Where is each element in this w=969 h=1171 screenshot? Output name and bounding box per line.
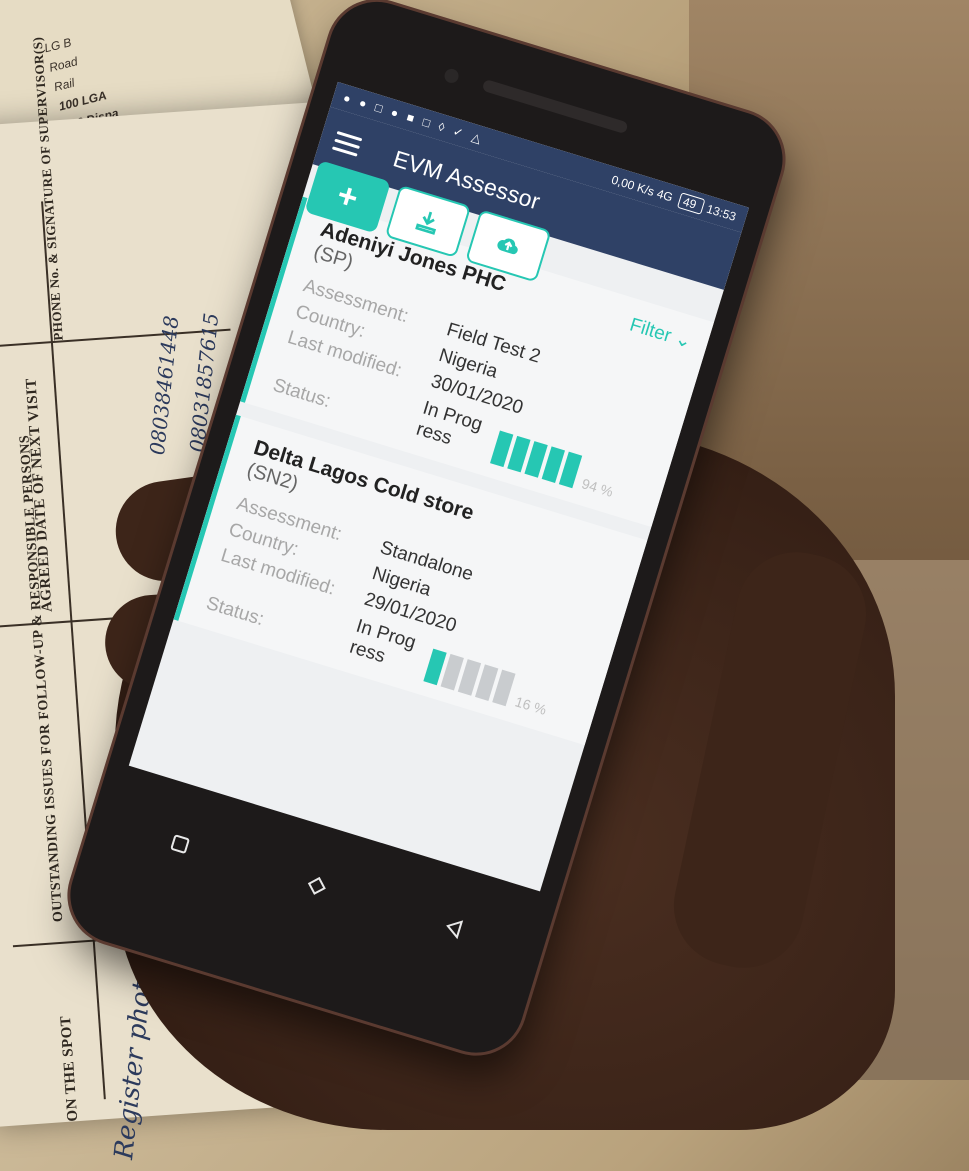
network-type: 4G xyxy=(655,186,675,205)
legend-item: Road xyxy=(47,54,79,75)
download-icon xyxy=(415,211,437,235)
battery-level: 49 xyxy=(681,194,699,212)
menu-icon[interactable] xyxy=(332,130,363,157)
progress-bar xyxy=(423,648,516,707)
cloud-upload-icon xyxy=(497,238,518,255)
recents-icon[interactable] xyxy=(165,829,195,859)
legend-item: Rail xyxy=(52,75,76,95)
progress-percent: 94 % xyxy=(579,475,616,500)
progress-percent: 16 % xyxy=(513,693,549,718)
back-icon[interactable] xyxy=(439,913,469,943)
form-header: ON THE SPOT xyxy=(57,1015,82,1123)
legend-item: LG B xyxy=(42,35,73,56)
progress-bar xyxy=(490,430,583,489)
battery-icon: 49 xyxy=(677,192,706,215)
thumb xyxy=(662,541,878,979)
home-icon[interactable] xyxy=(302,871,332,901)
clock: 13:53 xyxy=(704,201,738,224)
